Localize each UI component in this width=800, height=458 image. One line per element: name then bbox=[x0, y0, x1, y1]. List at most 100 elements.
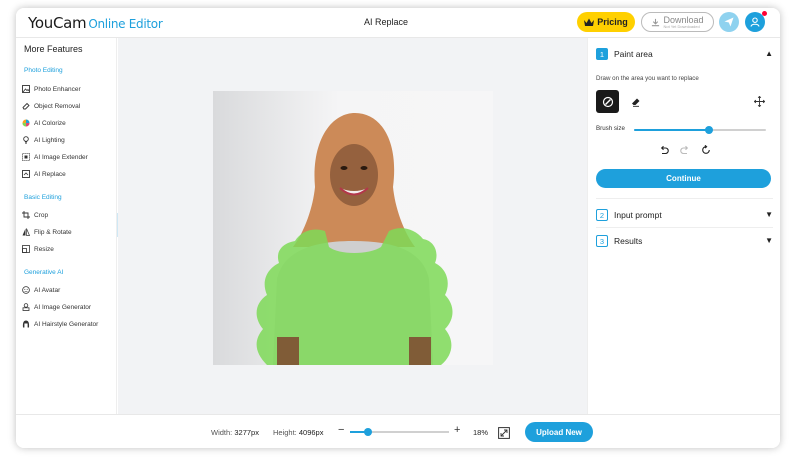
zoom-in-button[interactable]: + bbox=[454, 424, 460, 436]
continue-button[interactable]: Continue bbox=[596, 169, 771, 188]
page-title: AI Replace bbox=[363, 17, 409, 27]
sidebar-item-ai-colorize[interactable]: AI Colorize bbox=[22, 117, 66, 129]
sidebar-item-ai-replace[interactable]: AI Replace bbox=[22, 168, 66, 180]
step-label: Results bbox=[614, 236, 643, 246]
step-paint-area-header[interactable]: 1 Paint area ▲ bbox=[596, 47, 773, 61]
sidebar-item-label: AI Hairstyle Generator bbox=[34, 320, 99, 328]
sidebar-item-ai-image-generator[interactable]: AI Image Generator bbox=[22, 301, 91, 313]
zoom-slider[interactable] bbox=[350, 428, 449, 436]
undo-icon bbox=[660, 145, 669, 154]
divider bbox=[596, 227, 773, 228]
brush-size-label: Brush size bbox=[596, 125, 625, 132]
share-button[interactable] bbox=[719, 12, 739, 32]
chevron-down-icon: ▼ bbox=[765, 236, 773, 245]
sidebar-item-photo-enhancer[interactable]: Photo Enhancer bbox=[22, 83, 81, 95]
feature-sidebar: More Features Photo Editing Photo Enhanc… bbox=[16, 38, 117, 414]
sidebar-item-label: AI Avatar bbox=[34, 286, 61, 294]
sidebar-item-ai-avatar[interactable]: AI Avatar bbox=[22, 284, 60, 296]
sidebar-item-crop[interactable]: Crop bbox=[22, 209, 48, 221]
section-basic-editing: Basic Editing bbox=[24, 194, 62, 201]
download-sublabel: Not Yet Downloaded bbox=[663, 23, 700, 29]
eraser-icon bbox=[631, 98, 639, 107]
color-wheel-icon bbox=[22, 119, 30, 127]
app-window: YouCam Online Editor AI Replace Pricing D… bbox=[16, 8, 780, 448]
step-results-header[interactable]: 3 Results ▼ bbox=[596, 234, 773, 248]
step-number: 1 bbox=[596, 48, 608, 60]
chevron-down-icon: ▼ bbox=[765, 210, 773, 219]
image-generator-icon bbox=[22, 303, 30, 311]
image-height: Height: 4096px bbox=[273, 428, 323, 437]
image-icon bbox=[22, 85, 30, 93]
pricing-label: Pricing bbox=[597, 17, 628, 27]
reset-icon bbox=[701, 144, 710, 154]
width-value: 3277px bbox=[234, 428, 259, 437]
photo-preview[interactable] bbox=[213, 91, 493, 365]
brush-slider-fill bbox=[634, 129, 710, 131]
sidebar-item-label: Resize bbox=[34, 245, 54, 253]
step-input-prompt-header[interactable]: 2 Input prompt ▼ bbox=[596, 208, 773, 222]
portrait-image bbox=[256, 113, 453, 365]
image-width: Width: 3277px bbox=[211, 428, 259, 437]
avatar-face-icon bbox=[22, 286, 30, 294]
fit-to-screen-button[interactable] bbox=[498, 426, 510, 439]
user-icon bbox=[750, 17, 760, 27]
crop-icon bbox=[22, 211, 30, 219]
zoom-slider-handle[interactable] bbox=[363, 428, 372, 436]
chevron-up-icon: ▲ bbox=[765, 49, 773, 58]
editing-canvas[interactable] bbox=[118, 38, 587, 414]
brush-size-slider[interactable] bbox=[634, 126, 766, 134]
section-photo-editing: Photo Editing bbox=[24, 67, 63, 74]
eraser-tool-button[interactable] bbox=[626, 92, 645, 111]
sidebar-item-flip-rotate[interactable]: Flip & Rotate bbox=[22, 226, 72, 238]
bulb-icon bbox=[23, 136, 29, 144]
fit-screen-icon bbox=[498, 427, 510, 439]
eraser-icon bbox=[22, 102, 30, 110]
sidebar-title: More Features bbox=[24, 44, 83, 54]
brush-icon bbox=[602, 96, 613, 107]
sidebar-item-label: AI Image Extender bbox=[34, 153, 88, 161]
step-label: Paint area bbox=[614, 49, 653, 59]
move-tool-button[interactable] bbox=[750, 92, 769, 111]
sidebar-item-label: Crop bbox=[34, 211, 49, 219]
divider bbox=[596, 198, 773, 199]
notification-dot bbox=[762, 11, 767, 16]
step-number: 2 bbox=[596, 209, 608, 221]
zoom-percentage: 18% bbox=[473, 428, 489, 437]
logo-brand: YouCam bbox=[28, 14, 87, 32]
sidebar-item-label: AI Replace bbox=[34, 170, 66, 178]
sidebar-item-ai-image-extender[interactable]: AI Image Extender bbox=[22, 151, 88, 163]
undo-button[interactable] bbox=[658, 144, 669, 155]
sidebar-item-resize[interactable]: Resize bbox=[22, 243, 54, 255]
reset-button[interactable] bbox=[700, 144, 711, 155]
sidebar-item-label: AI Colorize bbox=[34, 119, 66, 127]
sidebar-item-ai-hairstyle-generator[interactable]: AI Hairstyle Generator bbox=[22, 318, 98, 330]
sidebar-item-label: Object Removal bbox=[34, 102, 81, 110]
brush-tool-button[interactable] bbox=[596, 90, 619, 113]
zoom-out-button[interactable]: − bbox=[338, 424, 344, 436]
history-controls bbox=[658, 144, 711, 155]
height-value: 4096px bbox=[298, 428, 324, 437]
width-label: Width: bbox=[211, 428, 233, 437]
height-label: Height: bbox=[273, 428, 297, 437]
resize-icon bbox=[22, 245, 30, 253]
sidebar-item-label: Flip & Rotate bbox=[34, 228, 72, 236]
upload-new-button[interactable]: Upload New bbox=[525, 422, 593, 442]
flip-icon bbox=[22, 228, 30, 236]
brush-slider-handle[interactable] bbox=[705, 126, 714, 134]
crown-icon bbox=[584, 18, 595, 26]
bottom-toolbar: Width: 3277px Height: 4096px − + 18% Upl… bbox=[16, 414, 780, 448]
sidebar-item-object-removal[interactable]: Object Removal bbox=[22, 100, 80, 112]
tool-panel: 1 Paint area ▲ Draw on the area you want… bbox=[587, 38, 780, 414]
move-icon bbox=[754, 96, 765, 107]
step-number: 3 bbox=[596, 235, 608, 247]
download-button[interactable]: Download Not Yet Downloaded bbox=[641, 12, 714, 32]
paint-hint: Draw on the area you want to replace bbox=[596, 75, 699, 82]
expand-icon bbox=[22, 153, 30, 161]
app-logo[interactable]: YouCam Online Editor bbox=[28, 14, 163, 32]
redo-button[interactable] bbox=[679, 144, 690, 155]
sidebar-item-ai-lighting[interactable]: AI Lighting bbox=[22, 134, 65, 146]
sidebar-item-label: Photo Enhancer bbox=[34, 85, 81, 93]
replace-icon bbox=[22, 170, 30, 178]
section-generative-ai: Generative AI bbox=[24, 269, 64, 276]
pricing-button[interactable]: Pricing bbox=[577, 12, 635, 32]
